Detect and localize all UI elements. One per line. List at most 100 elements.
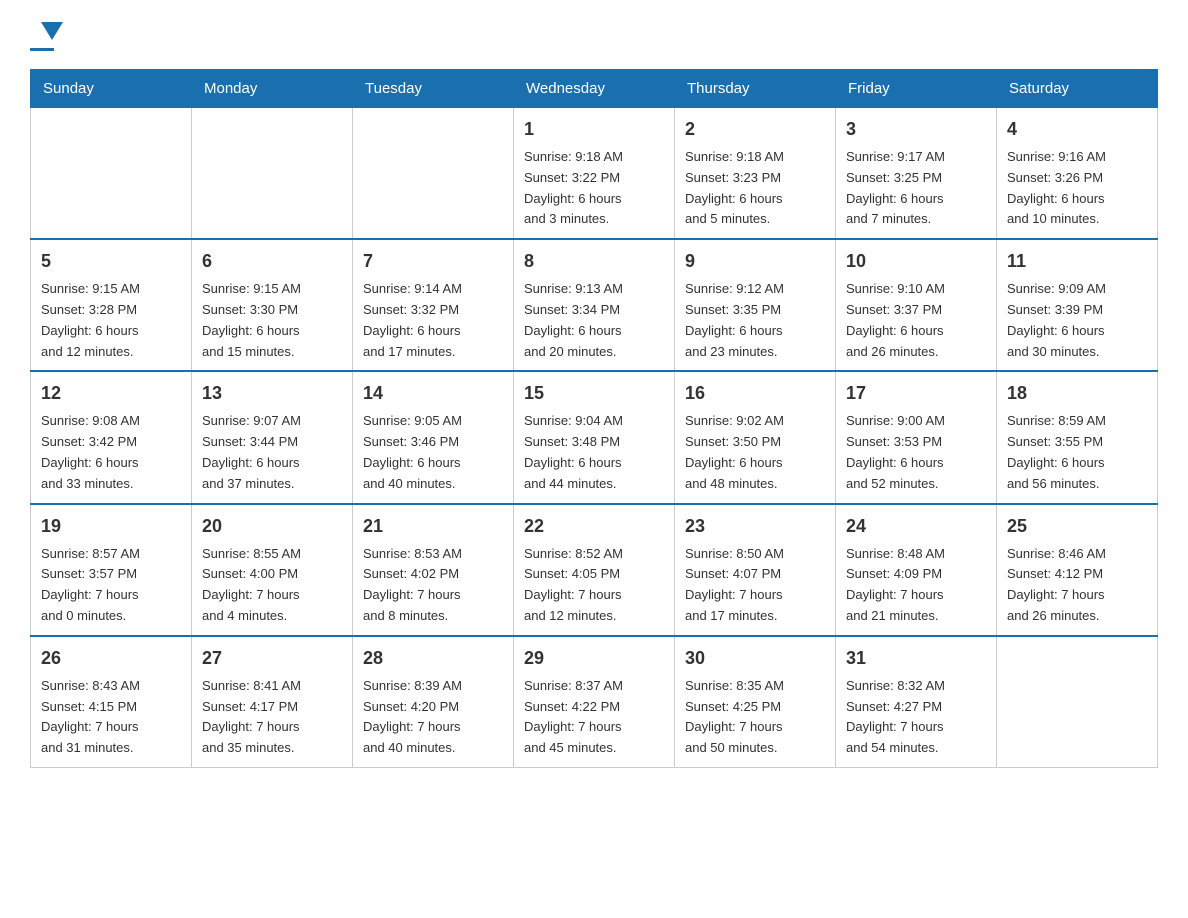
weekday-header-friday: Friday <box>836 70 997 108</box>
day-info: Sunrise: 8:57 AM Sunset: 3:57 PM Dayligh… <box>41 544 181 627</box>
day-number: 9 <box>685 248 825 275</box>
day-number: 12 <box>41 380 181 407</box>
day-number: 6 <box>202 248 342 275</box>
calendar-day-15: 15 Sunrise: 9:04 AM Sunset: 3:48 PM Dayli… <box>514 371 675 503</box>
calendar-day-18: 18 Sunrise: 8:59 AM Sunset: 3:55 PM Dayli… <box>997 371 1158 503</box>
day-info: Sunrise: 9:00 AM Sunset: 3:53 PM Dayligh… <box>846 411 986 494</box>
calendar-day-24: 24 Sunrise: 8:48 AM Sunset: 4:09 PM Dayli… <box>836 504 997 636</box>
day-number: 10 <box>846 248 986 275</box>
day-number: 7 <box>363 248 503 275</box>
day-info: Sunrise: 9:05 AM Sunset: 3:46 PM Dayligh… <box>363 411 503 494</box>
day-number: 18 <box>1007 380 1147 407</box>
day-info: Sunrise: 9:09 AM Sunset: 3:39 PM Dayligh… <box>1007 279 1147 362</box>
calendar-day-30: 30 Sunrise: 8:35 AM Sunset: 4:25 PM Dayli… <box>675 636 836 768</box>
calendar-week-row: 5 Sunrise: 9:15 AM Sunset: 3:28 PM Daylig… <box>31 239 1158 371</box>
day-info: Sunrise: 8:55 AM Sunset: 4:00 PM Dayligh… <box>202 544 342 627</box>
calendar-week-row: 19 Sunrise: 8:57 AM Sunset: 3:57 PM Dayli… <box>31 504 1158 636</box>
day-number: 26 <box>41 645 181 672</box>
day-number: 27 <box>202 645 342 672</box>
calendar-day-19: 19 Sunrise: 8:57 AM Sunset: 3:57 PM Dayli… <box>31 504 192 636</box>
day-info: Sunrise: 9:16 AM Sunset: 3:26 PM Dayligh… <box>1007 147 1147 230</box>
day-number: 11 <box>1007 248 1147 275</box>
day-number: 15 <box>524 380 664 407</box>
day-number: 31 <box>846 645 986 672</box>
calendar-day-22: 22 Sunrise: 8:52 AM Sunset: 4:05 PM Dayli… <box>514 504 675 636</box>
calendar-day-17: 17 Sunrise: 9:00 AM Sunset: 3:53 PM Dayli… <box>836 371 997 503</box>
calendar-day-27: 27 Sunrise: 8:41 AM Sunset: 4:17 PM Dayli… <box>192 636 353 768</box>
calendar-day-3: 3Sunrise: 9:17 AM Sunset: 3:25 PM Daylig… <box>836 108 997 240</box>
weekday-header-thursday: Thursday <box>675 70 836 108</box>
calendar-day-7: 7 Sunrise: 9:14 AM Sunset: 3:32 PM Daylig… <box>353 239 514 371</box>
day-info: Sunrise: 8:32 AM Sunset: 4:27 PM Dayligh… <box>846 676 986 759</box>
calendar-day-14: 14Sunrise: 9:05 AM Sunset: 3:46 PM Dayli… <box>353 371 514 503</box>
day-number: 23 <box>685 513 825 540</box>
day-info: Sunrise: 8:37 AM Sunset: 4:22 PM Dayligh… <box>524 676 664 759</box>
day-number: 25 <box>1007 513 1147 540</box>
logo <box>30 20 54 51</box>
day-info: Sunrise: 9:15 AM Sunset: 3:30 PM Dayligh… <box>202 279 342 362</box>
day-number: 22 <box>524 513 664 540</box>
day-number: 16 <box>685 380 825 407</box>
day-info: Sunrise: 9:15 AM Sunset: 3:28 PM Dayligh… <box>41 279 181 362</box>
calendar-day-8: 8Sunrise: 9:13 AM Sunset: 3:34 PM Daylig… <box>514 239 675 371</box>
calendar-day-16: 16 Sunrise: 9:02 AM Sunset: 3:50 PM Dayli… <box>675 371 836 503</box>
day-info: Sunrise: 8:41 AM Sunset: 4:17 PM Dayligh… <box>202 676 342 759</box>
day-number: 17 <box>846 380 986 407</box>
day-number: 24 <box>846 513 986 540</box>
calendar-day-28: 28 Sunrise: 8:39 AM Sunset: 4:20 PM Dayli… <box>353 636 514 768</box>
day-number: 20 <box>202 513 342 540</box>
calendar-day-4: 4 Sunrise: 9:16 AM Sunset: 3:26 PM Daylig… <box>997 108 1158 240</box>
day-number: 28 <box>363 645 503 672</box>
day-info: Sunrise: 9:07 AM Sunset: 3:44 PM Dayligh… <box>202 411 342 494</box>
day-number: 29 <box>524 645 664 672</box>
weekday-header-sunday: Sunday <box>31 70 192 108</box>
calendar-day-13: 13Sunrise: 9:07 AM Sunset: 3:44 PM Dayli… <box>192 371 353 503</box>
day-number: 8 <box>524 248 664 275</box>
day-number: 21 <box>363 513 503 540</box>
calendar-day-26: 26Sunrise: 8:43 AM Sunset: 4:15 PM Dayli… <box>31 636 192 768</box>
day-info: Sunrise: 8:39 AM Sunset: 4:20 PM Dayligh… <box>363 676 503 759</box>
day-info: Sunrise: 9:04 AM Sunset: 3:48 PM Dayligh… <box>524 411 664 494</box>
day-info: Sunrise: 8:48 AM Sunset: 4:09 PM Dayligh… <box>846 544 986 627</box>
calendar-day-empty <box>353 108 514 240</box>
day-info: Sunrise: 9:02 AM Sunset: 3:50 PM Dayligh… <box>685 411 825 494</box>
weekday-header-saturday: Saturday <box>997 70 1158 108</box>
calendar-day-20: 20 Sunrise: 8:55 AM Sunset: 4:00 PM Dayli… <box>192 504 353 636</box>
calendar-day-empty <box>997 636 1158 768</box>
calendar-week-row: 1 Sunrise: 9:18 AM Sunset: 3:22 PM Daylig… <box>31 108 1158 240</box>
calendar-day-2: 2Sunrise: 9:18 AM Sunset: 3:23 PM Daylig… <box>675 108 836 240</box>
calendar-day-21: 21 Sunrise: 8:53 AM Sunset: 4:02 PM Dayli… <box>353 504 514 636</box>
weekday-header-row: SundayMondayTuesdayWednesdayThursdayFrid… <box>31 70 1158 108</box>
day-number: 5 <box>41 248 181 275</box>
calendar-week-row: 12 Sunrise: 9:08 AM Sunset: 3:42 PM Dayli… <box>31 371 1158 503</box>
day-info: Sunrise: 8:59 AM Sunset: 3:55 PM Dayligh… <box>1007 411 1147 494</box>
day-info: Sunrise: 9:14 AM Sunset: 3:32 PM Dayligh… <box>363 279 503 362</box>
calendar-day-25: 25 Sunrise: 8:46 AM Sunset: 4:12 PM Dayli… <box>997 504 1158 636</box>
calendar-day-empty <box>192 108 353 240</box>
day-info: Sunrise: 8:50 AM Sunset: 4:07 PM Dayligh… <box>685 544 825 627</box>
day-info: Sunrise: 8:52 AM Sunset: 4:05 PM Dayligh… <box>524 544 664 627</box>
day-info: Sunrise: 9:18 AM Sunset: 3:23 PM Dayligh… <box>685 147 825 230</box>
day-number: 1 <box>524 116 664 143</box>
day-number: 30 <box>685 645 825 672</box>
calendar-day-9: 9 Sunrise: 9:12 AM Sunset: 3:35 PM Daylig… <box>675 239 836 371</box>
day-info: Sunrise: 8:35 AM Sunset: 4:25 PM Dayligh… <box>685 676 825 759</box>
calendar-day-31: 31 Sunrise: 8:32 AM Sunset: 4:27 PM Dayli… <box>836 636 997 768</box>
day-info: Sunrise: 8:46 AM Sunset: 4:12 PM Dayligh… <box>1007 544 1147 627</box>
day-info: Sunrise: 9:18 AM Sunset: 3:22 PM Dayligh… <box>524 147 664 230</box>
calendar-table: SundayMondayTuesdayWednesdayThursdayFrid… <box>30 69 1158 768</box>
day-info: Sunrise: 9:08 AM Sunset: 3:42 PM Dayligh… <box>41 411 181 494</box>
calendar-day-12: 12 Sunrise: 9:08 AM Sunset: 3:42 PM Dayli… <box>31 371 192 503</box>
weekday-header-monday: Monday <box>192 70 353 108</box>
calendar-day-10: 10Sunrise: 9:10 AM Sunset: 3:37 PM Dayli… <box>836 239 997 371</box>
calendar-week-row: 26Sunrise: 8:43 AM Sunset: 4:15 PM Dayli… <box>31 636 1158 768</box>
day-number: 4 <box>1007 116 1147 143</box>
weekday-header-wednesday: Wednesday <box>514 70 675 108</box>
day-info: Sunrise: 8:53 AM Sunset: 4:02 PM Dayligh… <box>363 544 503 627</box>
calendar-day-1: 1 Sunrise: 9:18 AM Sunset: 3:22 PM Daylig… <box>514 108 675 240</box>
calendar-day-6: 6 Sunrise: 9:15 AM Sunset: 3:30 PM Daylig… <box>192 239 353 371</box>
day-info: Sunrise: 9:12 AM Sunset: 3:35 PM Dayligh… <box>685 279 825 362</box>
day-number: 19 <box>41 513 181 540</box>
calendar-day-11: 11 Sunrise: 9:09 AM Sunset: 3:39 PM Dayli… <box>997 239 1158 371</box>
calendar-day-5: 5 Sunrise: 9:15 AM Sunset: 3:28 PM Daylig… <box>31 239 192 371</box>
